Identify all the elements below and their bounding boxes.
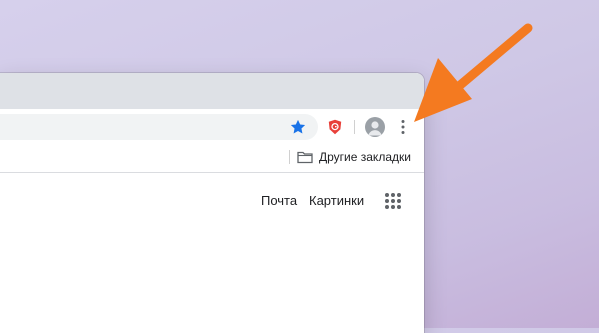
browser-window: Другие закладки Почта Картинки <box>0 73 424 333</box>
page-content: Почта Картинки <box>0 173 424 333</box>
browser-toolbar <box>0 109 424 142</box>
tab-strip <box>0 73 424 109</box>
images-link[interactable]: Картинки <box>309 193 364 208</box>
bookmarks-bar: Другие закладки <box>0 142 424 173</box>
other-bookmarks-folder[interactable]: Другие закладки <box>297 146 411 168</box>
gmail-link[interactable]: Почта <box>261 193 297 208</box>
profile-avatar-icon[interactable] <box>365 117 385 137</box>
toolbar-divider <box>354 120 355 134</box>
shield-extension-icon[interactable] <box>327 119 343 135</box>
bookmarks-divider <box>289 150 290 164</box>
other-bookmarks-label: Другие закладки <box>319 150 411 164</box>
address-bar[interactable] <box>0 114 318 140</box>
folder-icon <box>297 151 313 164</box>
star-icon[interactable] <box>289 118 307 136</box>
apps-grid-icon[interactable] <box>384 192 402 210</box>
three-dots-vertical-icon[interactable] <box>396 118 410 136</box>
